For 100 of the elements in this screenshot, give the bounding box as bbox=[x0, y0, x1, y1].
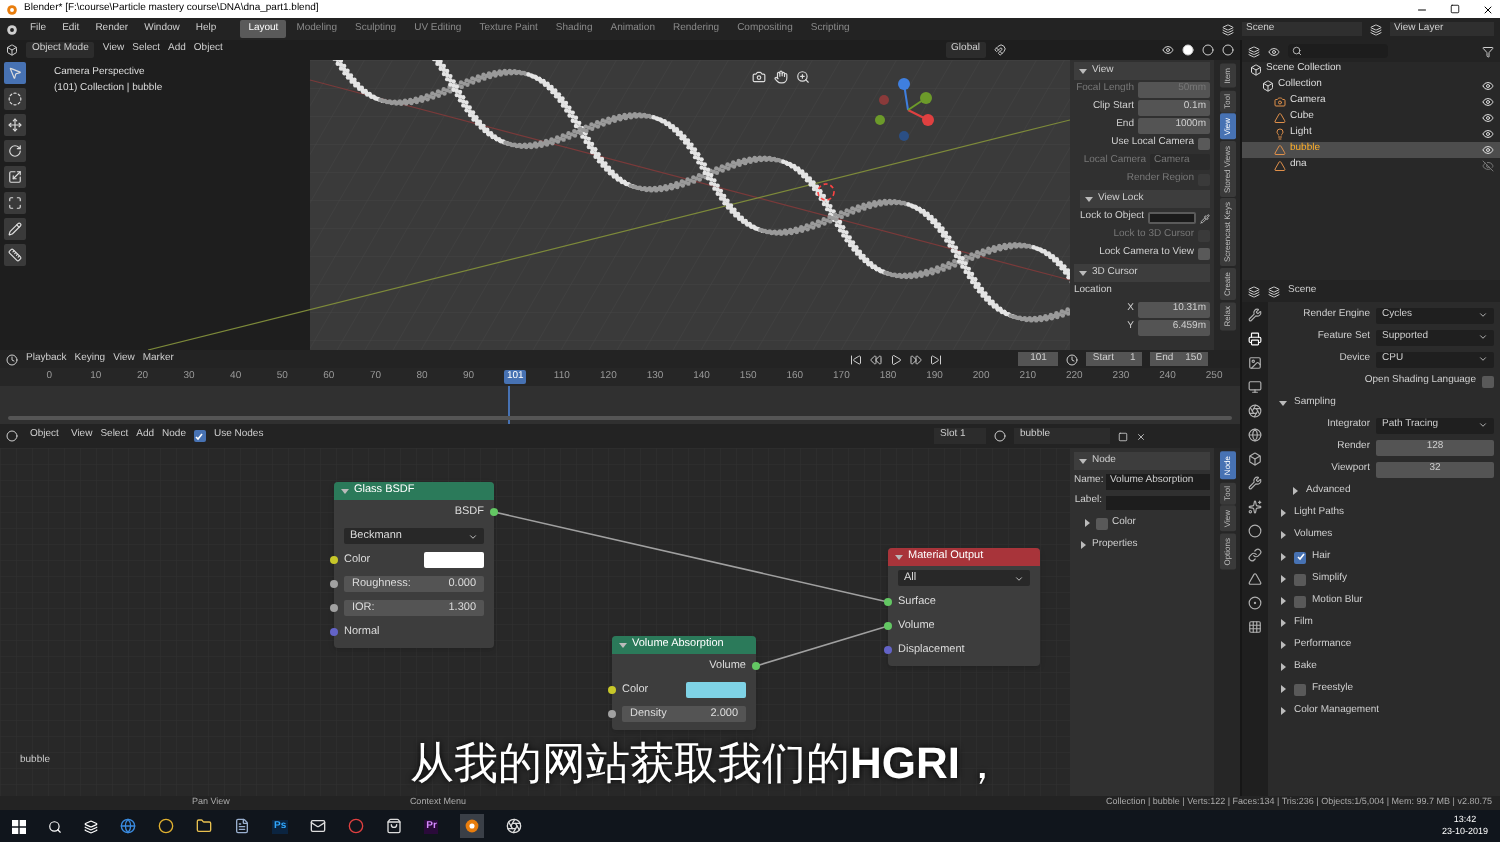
node-socket[interactable] bbox=[884, 598, 892, 606]
jump-end-icon[interactable] bbox=[930, 353, 943, 365]
start-menu-icon[interactable] bbox=[12, 819, 26, 833]
fake-user-icon[interactable] bbox=[1118, 431, 1128, 441]
disclosure-triangle-icon[interactable] bbox=[1278, 398, 1288, 408]
document-icon[interactable] bbox=[234, 818, 250, 834]
rewind-icon[interactable] bbox=[870, 353, 883, 365]
monitor-icon[interactable] bbox=[1248, 380, 1262, 394]
disclosure-triangle-icon[interactable] bbox=[1078, 456, 1088, 466]
circle-icon[interactable] bbox=[158, 818, 174, 834]
node-socket[interactable] bbox=[330, 604, 338, 612]
disclosure-triangle-icon[interactable] bbox=[1084, 194, 1094, 204]
object-field[interactable] bbox=[1148, 212, 1196, 224]
hand-icon[interactable] bbox=[774, 70, 788, 84]
bag-icon[interactable] bbox=[386, 818, 403, 834]
disclosure-triangle-icon[interactable] bbox=[1278, 552, 1288, 562]
tool-button[interactable] bbox=[3, 192, 25, 214]
checkbox[interactable] bbox=[1294, 573, 1306, 585]
node-socket[interactable] bbox=[884, 646, 892, 654]
circle-icon[interactable] bbox=[348, 818, 365, 834]
eyedropper-icon[interactable] bbox=[1200, 213, 1210, 223]
checkbox[interactable] bbox=[193, 430, 206, 442]
sparkles-icon[interactable] bbox=[1248, 500, 1262, 514]
circle-dot-icon[interactable] bbox=[1248, 596, 1262, 610]
eye-icon[interactable] bbox=[1482, 96, 1494, 108]
node-socket[interactable] bbox=[490, 508, 498, 516]
node-socket[interactable] bbox=[330, 580, 338, 588]
disclosure-triangle-icon[interactable] bbox=[1278, 684, 1288, 694]
node-socket[interactable] bbox=[608, 710, 616, 718]
disclosure-triangle-icon[interactable] bbox=[1278, 706, 1288, 716]
camera-icon[interactable] bbox=[752, 70, 766, 84]
tool-button[interactable] bbox=[3, 62, 25, 84]
editor-type-icon[interactable] bbox=[1248, 45, 1260, 57]
triangle-icon[interactable] bbox=[1248, 572, 1262, 586]
stopwatch-icon[interactable] bbox=[1066, 353, 1079, 365]
eye-icon[interactable] bbox=[1482, 112, 1494, 124]
eye-icon[interactable] bbox=[1482, 80, 1494, 92]
visibility-icon[interactable] bbox=[1162, 44, 1174, 56]
jump-start-icon[interactable] bbox=[850, 353, 863, 365]
disclosure-triangle-icon[interactable] bbox=[1278, 640, 1288, 650]
color-swatch[interactable] bbox=[686, 682, 746, 698]
tool-button[interactable] bbox=[3, 88, 25, 110]
tool-button[interactable] bbox=[3, 218, 25, 240]
node-socket[interactable] bbox=[608, 686, 616, 694]
disclosure-triangle-icon[interactable] bbox=[1278, 508, 1288, 518]
cube-icon[interactable] bbox=[1248, 452, 1262, 466]
disclosure-triangle-icon[interactable] bbox=[1082, 518, 1092, 528]
maximize-icon[interactable] bbox=[1450, 4, 1460, 14]
link-icon[interactable] bbox=[1248, 548, 1262, 562]
disclosure-triangle-icon[interactable] bbox=[1078, 66, 1088, 76]
filter-icon[interactable] bbox=[1482, 45, 1494, 57]
fast-forward-icon[interactable] bbox=[910, 353, 923, 365]
tool-button[interactable] bbox=[3, 166, 25, 188]
folder-icon[interactable] bbox=[196, 818, 212, 834]
node-socket[interactable] bbox=[330, 556, 338, 564]
display-mode-icon[interactable] bbox=[1268, 45, 1280, 57]
editor-type-icon[interactable] bbox=[6, 353, 18, 365]
tool-button[interactable] bbox=[3, 140, 25, 162]
wrench-icon[interactable] bbox=[1248, 308, 1262, 322]
disclosure-triangle-icon[interactable] bbox=[894, 552, 904, 562]
eye-icon[interactable] bbox=[1482, 128, 1494, 140]
editor-type-icon[interactable] bbox=[1248, 285, 1260, 297]
aperture-icon[interactable] bbox=[506, 818, 523, 834]
checkbox[interactable] bbox=[1198, 248, 1210, 260]
printer-icon[interactable] bbox=[1248, 332, 1262, 346]
tool-button[interactable] bbox=[3, 244, 25, 266]
checkbox[interactable] bbox=[1198, 138, 1210, 150]
play-icon[interactable] bbox=[890, 353, 903, 365]
globe-icon[interactable] bbox=[1248, 428, 1262, 442]
eye-icon[interactable] bbox=[1482, 144, 1494, 156]
disclosure-triangle-icon[interactable] bbox=[1278, 530, 1288, 540]
color-swatch[interactable] bbox=[424, 552, 484, 568]
axis-gizmo-drawing[interactable] bbox=[875, 78, 934, 141]
minimize-icon[interactable] bbox=[1416, 3, 1428, 15]
mail-icon[interactable] bbox=[310, 818, 327, 834]
magnet-icon[interactable] bbox=[994, 44, 1006, 56]
editor-type-icon[interactable] bbox=[6, 44, 18, 56]
grid-icon[interactable] bbox=[1248, 620, 1262, 634]
aperture-icon[interactable] bbox=[1248, 404, 1262, 418]
disclosure-triangle-icon[interactable] bbox=[1278, 596, 1288, 606]
wrench-icon[interactable] bbox=[1248, 476, 1262, 490]
node-socket[interactable] bbox=[330, 628, 338, 636]
checkbox[interactable] bbox=[1482, 375, 1494, 387]
close-icon[interactable] bbox=[1482, 3, 1494, 15]
editor-type-icon[interactable] bbox=[6, 430, 18, 442]
zoom-icon[interactable] bbox=[796, 70, 810, 84]
eye-closed-icon[interactable] bbox=[1482, 160, 1494, 172]
disclosure-triangle-icon[interactable] bbox=[1078, 268, 1088, 278]
checkbox[interactable] bbox=[1294, 683, 1306, 695]
search-field[interactable] bbox=[1288, 44, 1388, 58]
node-socket[interactable] bbox=[884, 622, 892, 630]
disclosure-triangle-icon[interactable] bbox=[1078, 540, 1088, 550]
task-view-icon[interactable] bbox=[84, 819, 98, 833]
disclosure-triangle-icon[interactable] bbox=[1278, 662, 1288, 672]
checkbox[interactable] bbox=[1096, 517, 1108, 529]
image-icon[interactable] bbox=[1248, 356, 1262, 370]
checkbox[interactable] bbox=[1294, 551, 1306, 563]
circle-icon[interactable] bbox=[1248, 524, 1262, 538]
search-icon[interactable] bbox=[48, 819, 62, 833]
globe-icon[interactable] bbox=[120, 818, 136, 834]
